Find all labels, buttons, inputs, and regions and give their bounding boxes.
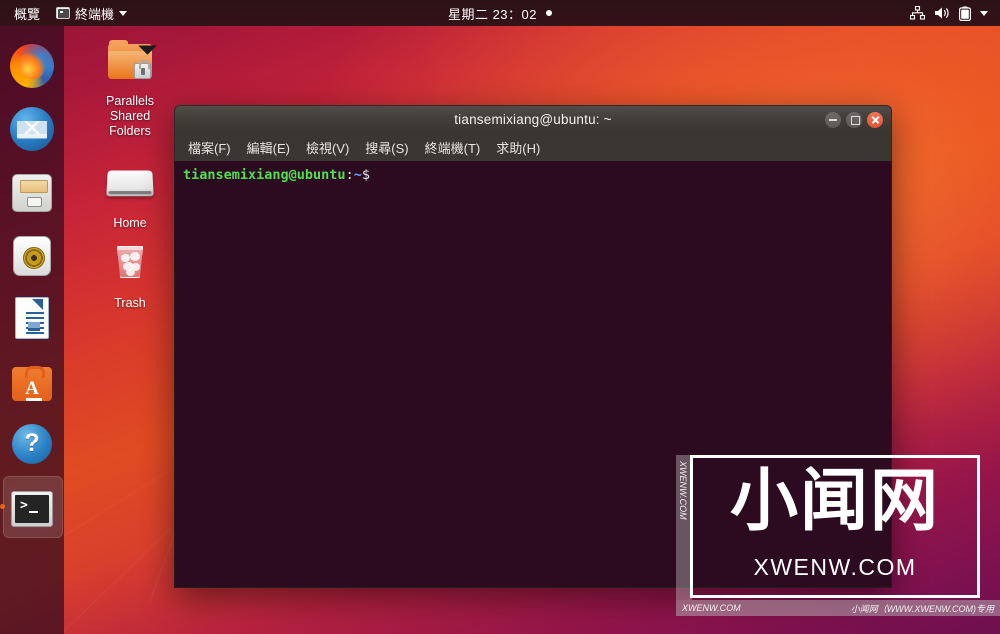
overview-label: 概覽 (14, 6, 41, 22)
volume-icon (935, 7, 949, 19)
prompt-user-host: tiansemixiang@ubuntu (183, 167, 346, 183)
top-bar-left: 概覽 終端機 (6, 0, 135, 26)
files-icon (12, 174, 52, 212)
menu-edit[interactable]: 編輯(E) (240, 135, 297, 160)
prompt-colon: : (345, 167, 354, 183)
menu-search[interactable]: 搜尋(S) (358, 135, 415, 160)
notification-dot-icon (546, 10, 553, 16)
dock-item-ubuntu-software[interactable] (0, 349, 64, 412)
ubuntu-software-icon (12, 365, 52, 401)
dock-item-help[interactable]: ? (0, 412, 64, 475)
clock-label: 星期二 23：02 (447, 6, 538, 22)
dock-item-rhythmbox[interactable] (0, 223, 64, 286)
desktop-screen: 概覽 終端機 星期二 23：02 A ? > Parallels Shared … (0, 0, 1000, 634)
watermark-box: 小闻网 XWENW.COM (690, 455, 980, 598)
overview-button[interactable]: 概覽 (6, 0, 48, 26)
menu-help[interactable]: 求助(H) (489, 135, 547, 160)
watermark-strip-right: 小闻网（WWW.XWENW.COM)专用 (850, 603, 994, 614)
app-menu-label: 終端機 (75, 6, 115, 22)
watermark-en-text: XWENW.COM (753, 554, 917, 580)
rhythmbox-icon (13, 235, 51, 276)
top-bar: 概覽 終端機 星期二 23：02 (0, 0, 1000, 26)
terminal-menubar: 檔案(F) 編輯(E) 檢視(V) 搜尋(S) 終端機(T) 求助(H) (174, 133, 892, 161)
trash-icon (104, 240, 156, 292)
system-menu-button[interactable] (902, 0, 996, 26)
dock-item-terminal[interactable] (0, 475, 64, 538)
dock-item-firefox[interactable] (0, 34, 64, 97)
software-bar-glyph (26, 397, 42, 401)
folder-shared-icon (104, 36, 157, 90)
desktop-icon-parallels-shared-folders[interactable]: Parallels Shared Folders (90, 36, 170, 139)
watermark-side-text: XWENW.COM (678, 461, 688, 520)
network-icon (910, 6, 925, 20)
top-bar-right (902, 0, 996, 26)
window-controls (825, 111, 883, 128)
writer-image-glyph (28, 322, 40, 331)
thunderbird-icon (10, 106, 54, 151)
desktop-icon-label: Home (113, 216, 147, 230)
maximize-icon[interactable] (846, 111, 862, 128)
menu-terminal[interactable]: 終端機(T) (418, 135, 488, 160)
terminal-icon (56, 7, 71, 19)
chevron-down-icon (980, 10, 988, 16)
desktop-icon-home[interactable]: Home (90, 160, 170, 231)
dock-item-libreoffice-writer[interactable] (0, 286, 64, 349)
firefox-icon (10, 43, 54, 88)
menu-file[interactable]: 檔案(F) (181, 135, 238, 160)
terminal-titlebar[interactable]: tiansemixiang@ubuntu: ~ (174, 105, 892, 133)
launcher-dock: ? (0, 26, 64, 634)
battery-icon (959, 6, 971, 21)
prompt-path: ~ (353, 167, 362, 183)
prompt-sigil: $ (361, 167, 370, 183)
watermark-strip-left: XWENW.COM (682, 603, 741, 613)
clock-button[interactable]: 星期二 23：02 (440, 0, 560, 26)
chevron-down-icon (119, 10, 128, 16)
minimize-icon[interactable] (825, 111, 841, 128)
home-drive-icon (104, 160, 156, 212)
terminal-icon (11, 490, 53, 527)
watermark-bottom-strip: XWENW.COM 小闻网（WWW.XWENW.COM)专用 (676, 600, 1000, 616)
desktop-icon-trash[interactable]: Trash (90, 240, 170, 311)
app-menu-button[interactable]: 終端機 (48, 0, 135, 26)
watermark-cn-text: 小闻网 (729, 462, 940, 541)
libreoffice-writer-icon (15, 297, 49, 339)
desktop-icon-label: Parallels Shared Folders (106, 94, 154, 138)
top-bar-center: 星期二 23：02 (0, 0, 1000, 26)
lock-icon (134, 60, 151, 79)
dock-item-thunderbird[interactable] (0, 97, 64, 160)
terminal-prompt-line: tiansemixiang@ubuntu:~$ (183, 167, 883, 184)
menu-view[interactable]: 檢視(V) (299, 135, 356, 160)
desktop-icon-label: Trash (114, 296, 146, 310)
help-icon: ? (12, 423, 52, 464)
dock-item-files[interactable] (0, 160, 64, 223)
terminal-title: tiansemixiang@ubuntu: ~ (454, 112, 612, 127)
close-icon[interactable] (867, 111, 883, 128)
terminal-screen-glyph (15, 494, 49, 523)
